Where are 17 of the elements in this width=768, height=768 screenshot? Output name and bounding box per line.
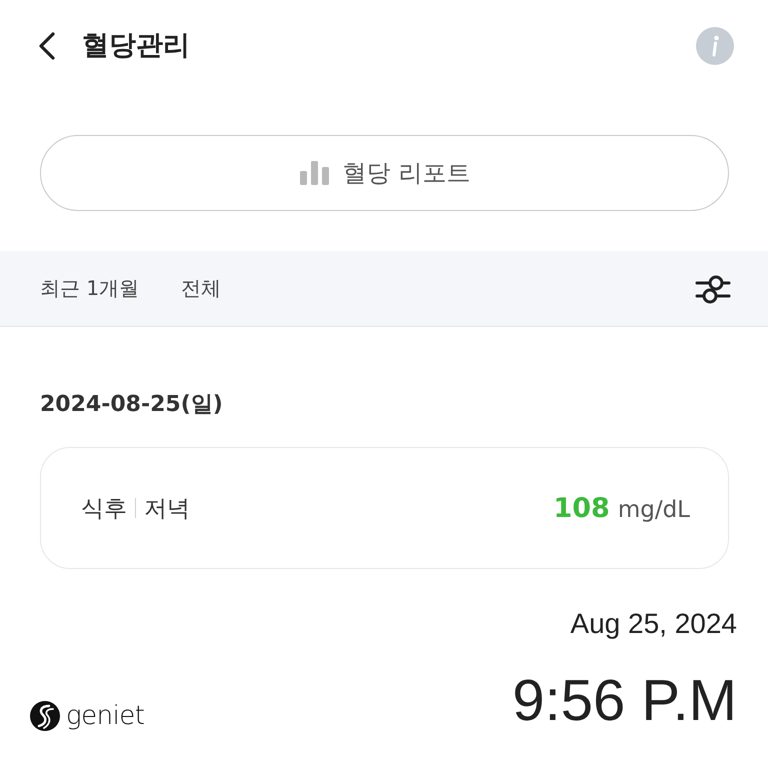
logo-icon bbox=[30, 701, 60, 731]
date-heading: 2024-08-25(일) bbox=[40, 391, 223, 419]
glucose-record-card[interactable]: 식후 저녁 108 mg/dL bbox=[40, 447, 729, 569]
bar-chart-icon bbox=[298, 161, 331, 185]
glucose-unit: mg/dL bbox=[618, 496, 690, 522]
filter-settings-icon[interactable] bbox=[695, 272, 731, 304]
stamp-time: 9:56 P.M bbox=[512, 669, 737, 733]
back-icon[interactable] bbox=[38, 32, 56, 60]
stamp-date: Aug 25, 2024 bbox=[570, 607, 737, 641]
glucose-value: 108 bbox=[553, 492, 610, 524]
report-button[interactable]: 혈당 리포트 bbox=[40, 135, 729, 211]
category-filter[interactable]: 전체 bbox=[181, 275, 222, 302]
meal-timing: 식후 bbox=[81, 494, 127, 524]
period-filter[interactable]: 최근 1개월 bbox=[40, 275, 140, 302]
page-title: 혈당관리 bbox=[82, 30, 190, 62]
meal-type: 저녁 bbox=[144, 494, 190, 524]
brand-name: geniet bbox=[66, 701, 144, 731]
